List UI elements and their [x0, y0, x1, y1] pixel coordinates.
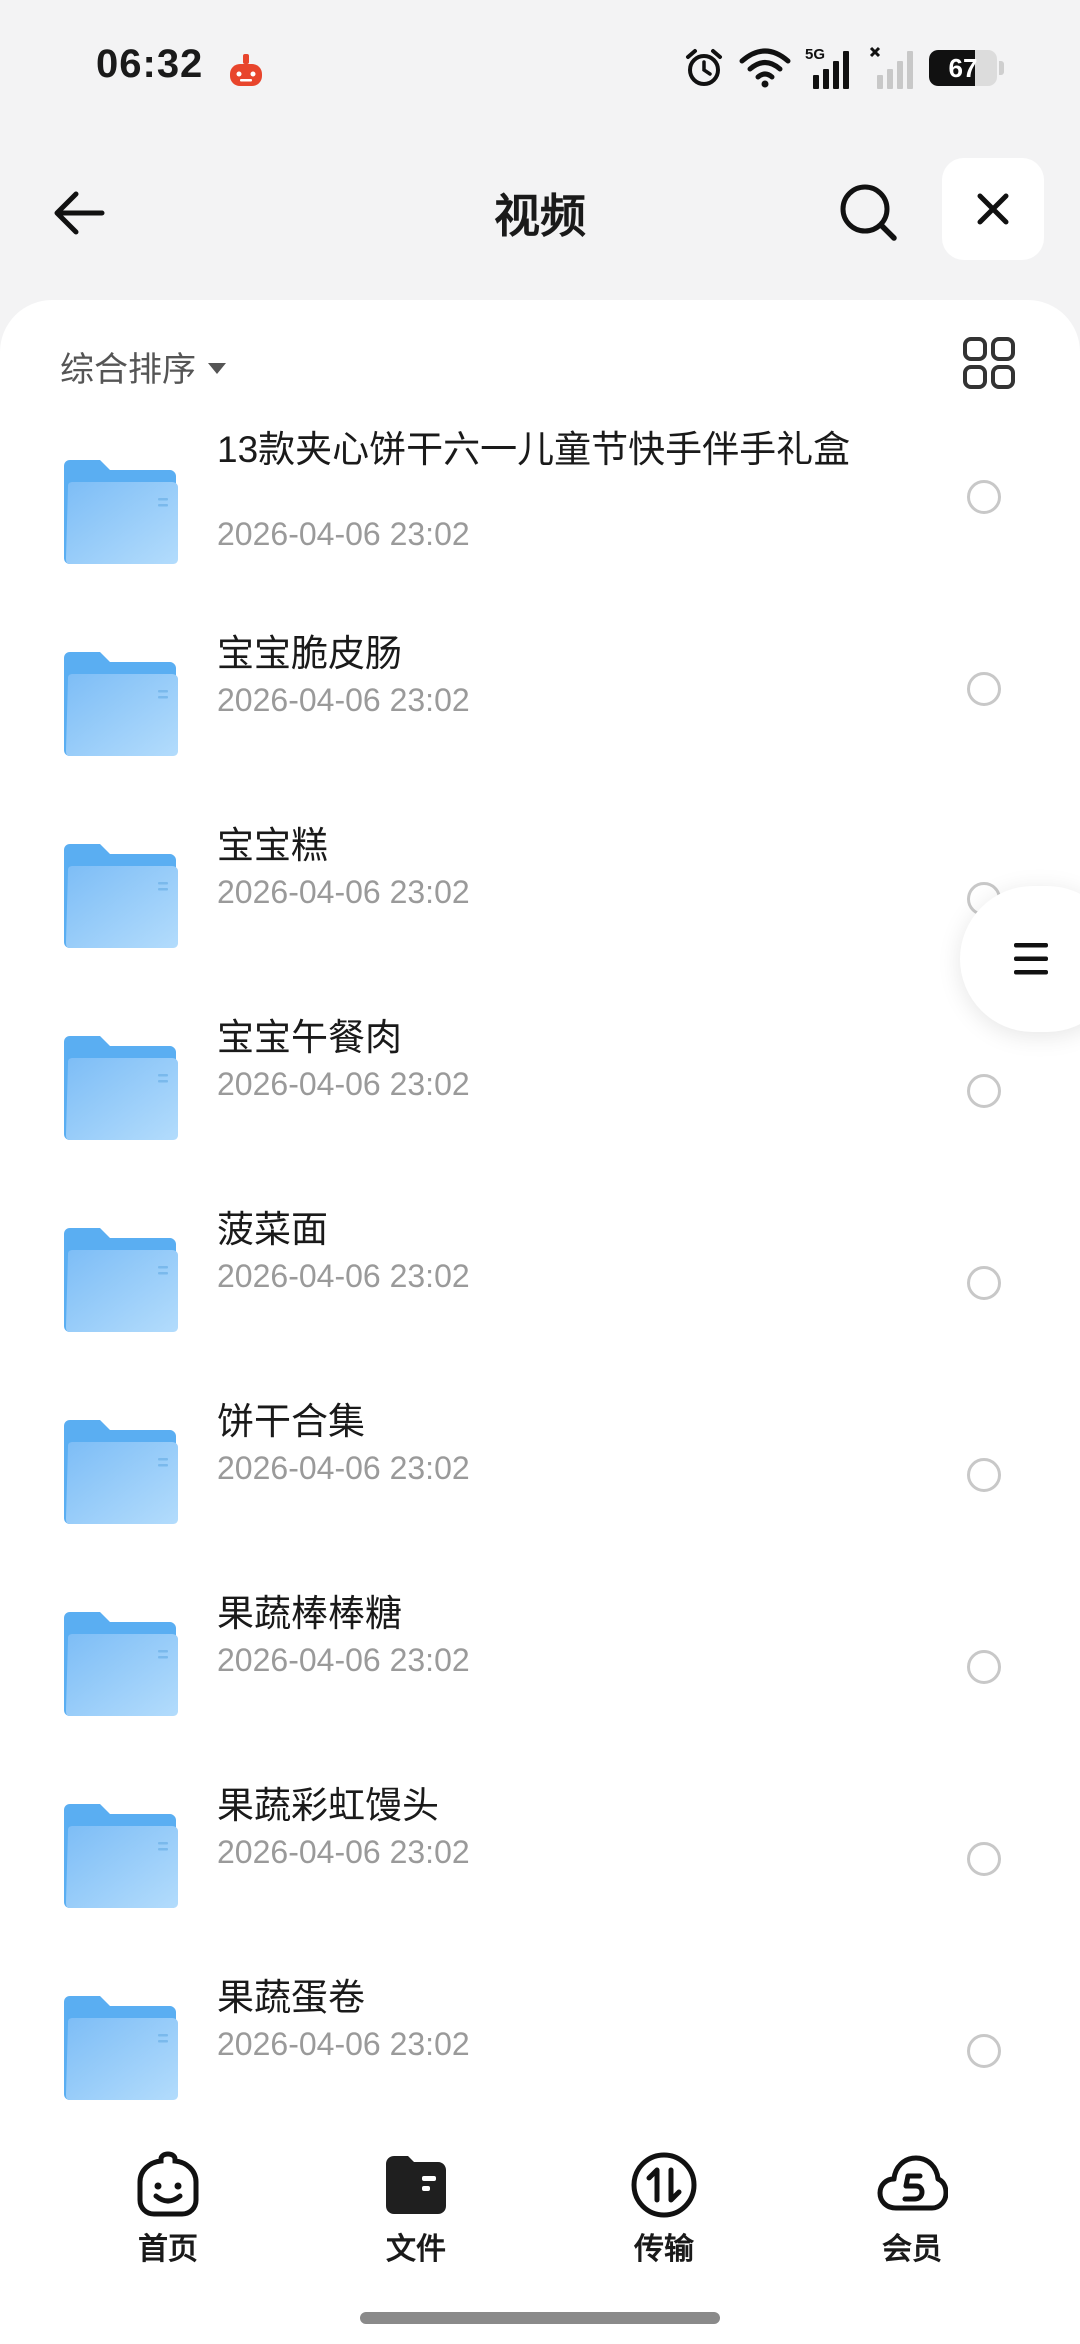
- vip-cloud-icon: [877, 2155, 948, 2211]
- menu-lines-icon: [1014, 943, 1048, 975]
- file-name: 饼干合集: [217, 1401, 365, 1442]
- nav-files[interactable]: 文件: [356, 2148, 476, 2268]
- select-checkbox[interactable]: [967, 1842, 1001, 1876]
- folder-icon: [64, 1612, 178, 1716]
- file-name: 宝宝糕: [217, 825, 328, 866]
- file-row[interactable]: 果蔬彩虹馒头 2026-04-06 23:02: [0, 1764, 1080, 1956]
- bottom-navigation: 首页 文件 传输 会员: [0, 2120, 1080, 2344]
- folder-icon: [64, 460, 178, 564]
- folder-icon: [64, 1804, 178, 1908]
- file-name: 菠菜面: [217, 1209, 328, 1250]
- file-date: 2026-04-06 23:02: [217, 1834, 470, 1870]
- nav-label: 首页: [138, 2233, 198, 2266]
- file-date: 2026-04-06 23:02: [217, 874, 470, 910]
- folder-icon: [386, 2156, 446, 2214]
- select-checkbox[interactable]: [967, 672, 1001, 706]
- signal-5g-icon: 5G: [805, 46, 849, 89]
- folder-icon: [64, 844, 178, 948]
- wifi-icon: [739, 48, 791, 88]
- file-row[interactable]: 饼干合集 2026-04-06 23:02: [0, 1380, 1080, 1572]
- file-row[interactable]: 13款夹心饼干六一儿童节快手伴手礼盒 2026-04-06 23:02: [0, 420, 1080, 612]
- select-checkbox[interactable]: [967, 1458, 1001, 1492]
- file-list-panel: 综合排序 13款夹心饼干六一儿童节快手伴手礼盒 2026-04-06 23:02: [0, 300, 1080, 2120]
- battery-icon: 67: [929, 50, 997, 86]
- app-notification-icon: [230, 54, 262, 86]
- folder-icon: [64, 652, 178, 756]
- folder-icon: [64, 1036, 178, 1140]
- select-checkbox[interactable]: [967, 1074, 1001, 1108]
- transfer-icon: [631, 2152, 697, 2218]
- battery-cap: [999, 61, 1004, 75]
- caret-down-icon: [208, 363, 226, 374]
- file-list: 13款夹心饼干六一儿童节快手伴手礼盒 2026-04-06 23:02 宝宝脆皮…: [0, 420, 1080, 2120]
- close-button[interactable]: [942, 158, 1044, 260]
- file-name: 13款夹心饼干六一儿童节快手伴手礼盒: [217, 429, 851, 470]
- sort-label: 综合排序: [60, 351, 196, 389]
- file-row[interactable]: 宝宝糕 2026-04-06 23:02: [0, 804, 1080, 996]
- search-icon[interactable]: [834, 178, 904, 248]
- nav-home[interactable]: 首页: [108, 2148, 228, 2268]
- battery-level: 67: [948, 52, 978, 83]
- file-date: 2026-04-06 23:02: [217, 1258, 470, 1294]
- select-checkbox[interactable]: [967, 2034, 1001, 2068]
- nav-label: 文件: [386, 2233, 446, 2266]
- nav-label: 会员: [882, 2233, 942, 2266]
- grid-view-icon[interactable]: [962, 336, 1016, 390]
- folder-icon: [64, 1420, 178, 1524]
- file-name: 果蔬彩虹馒头: [217, 1785, 439, 1826]
- file-row[interactable]: 果蔬蛋卷 2026-04-06 23:02: [0, 1956, 1080, 2120]
- page-title: 视频: [494, 190, 586, 242]
- nav-vip[interactable]: 会员: [852, 2148, 972, 2268]
- alarm-icon: [686, 49, 722, 86]
- folder-icon: [64, 1996, 178, 2100]
- status-bar: 06:32 5G 67: [0, 0, 1080, 140]
- file-name: 宝宝午餐肉: [217, 1017, 402, 1058]
- file-row[interactable]: 宝宝午餐肉 2026-04-06 23:02: [0, 996, 1080, 1188]
- file-name: 宝宝脆皮肠: [217, 633, 402, 674]
- file-name: 果蔬棒棒糖: [217, 1593, 402, 1634]
- select-checkbox[interactable]: [967, 1266, 1001, 1300]
- select-checkbox[interactable]: [967, 1650, 1001, 1684]
- file-date: 2026-04-06 23:02: [217, 682, 470, 718]
- file-date: 2026-04-06 23:02: [217, 1066, 470, 1102]
- file-date: 2026-04-06 23:02: [217, 516, 470, 552]
- folder-icon: [64, 1228, 178, 1332]
- select-checkbox[interactable]: [967, 480, 1001, 514]
- status-time: 06:32: [96, 42, 204, 86]
- file-date: 2026-04-06 23:02: [217, 1450, 470, 1486]
- home-indicator[interactable]: [360, 2312, 720, 2324]
- signal-no-service-icon: [869, 46, 913, 89]
- home-smile-icon: [137, 2151, 199, 2217]
- file-row[interactable]: 果蔬棒棒糖 2026-04-06 23:02: [0, 1572, 1080, 1764]
- file-row[interactable]: 宝宝脆皮肠 2026-04-06 23:02: [0, 612, 1080, 804]
- top-app-bar: 视频: [0, 150, 1080, 270]
- file-date: 2026-04-06 23:02: [217, 1642, 470, 1678]
- nav-transfer[interactable]: 传输: [604, 2148, 724, 2268]
- close-icon: [977, 193, 1009, 225]
- svg-text:5G: 5G: [805, 46, 825, 63]
- sort-dropdown[interactable]: 综合排序: [60, 342, 226, 391]
- file-date: 2026-04-06 23:02: [217, 2026, 470, 2062]
- file-name: 果蔬蛋卷: [217, 1977, 365, 2018]
- file-row[interactable]: 菠菜面 2026-04-06 23:02: [0, 1188, 1080, 1380]
- nav-label: 传输: [634, 2233, 694, 2266]
